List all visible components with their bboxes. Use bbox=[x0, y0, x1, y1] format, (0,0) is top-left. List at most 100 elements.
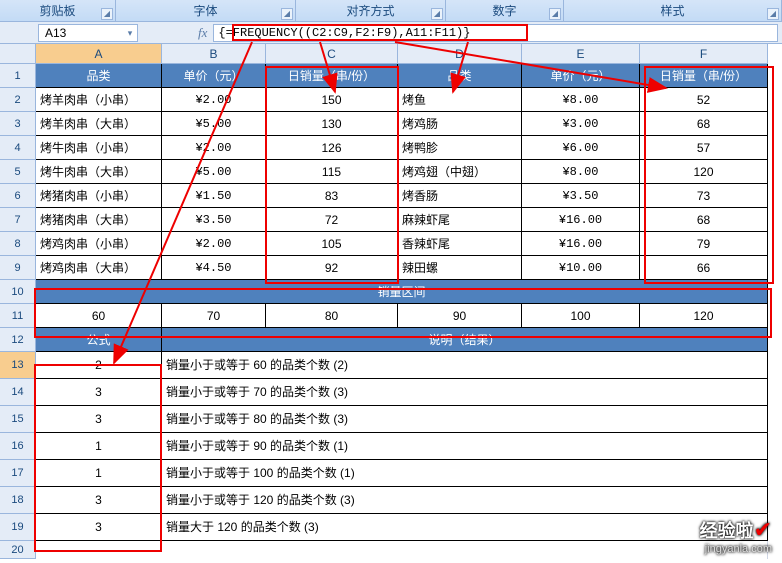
result-value[interactable]: 2 bbox=[36, 352, 162, 379]
data-cell[interactable]: 烤羊肉串（小串） bbox=[36, 88, 162, 112]
result-value[interactable]: 3 bbox=[36, 379, 162, 406]
table-header[interactable]: 单价（元） bbox=[522, 64, 640, 88]
data-cell[interactable]: 烤鱼 bbox=[398, 88, 522, 112]
row-header-6[interactable]: 6 bbox=[0, 184, 36, 208]
data-cell[interactable]: 52 bbox=[640, 88, 768, 112]
result-desc[interactable]: 销量小于或等于 120 的品类个数 (3) bbox=[162, 487, 768, 514]
data-cell[interactable]: 烤羊肉串（大串） bbox=[36, 112, 162, 136]
data-cell[interactable]: 麻辣虾尾 bbox=[398, 208, 522, 232]
col-header-A[interactable]: A bbox=[36, 44, 162, 64]
row-header-14[interactable]: 14 bbox=[0, 379, 36, 406]
data-cell[interactable]: 烤鸡肉串（大串） bbox=[36, 256, 162, 280]
data-cell[interactable]: 57 bbox=[640, 136, 768, 160]
data-cell[interactable]: 烤牛肉串（小串） bbox=[36, 136, 162, 160]
table-header[interactable]: 单价（元） bbox=[162, 64, 266, 88]
dialog-launcher-icon[interactable]: ◢ bbox=[767, 8, 779, 20]
name-box[interactable]: A13 ▾ bbox=[38, 24, 138, 42]
data-cell[interactable]: ¥1.50 bbox=[162, 184, 266, 208]
row-header-5[interactable]: 5 bbox=[0, 160, 36, 184]
data-cell[interactable]: ¥5.00 bbox=[162, 160, 266, 184]
dialog-launcher-icon[interactable]: ◢ bbox=[101, 8, 113, 20]
row-header-1[interactable]: 1 bbox=[0, 64, 36, 88]
dialog-launcher-icon[interactable]: ◢ bbox=[549, 8, 561, 20]
col-header-E[interactable]: E bbox=[522, 44, 640, 64]
data-cell[interactable]: 烤鸡肠 bbox=[398, 112, 522, 136]
data-cell[interactable]: 烤鸡翅（中翅） bbox=[398, 160, 522, 184]
data-cell[interactable]: 烤牛肉串（大串） bbox=[36, 160, 162, 184]
data-cell[interactable]: ¥3.00 bbox=[522, 112, 640, 136]
interval-cell[interactable]: 60 bbox=[36, 304, 162, 328]
data-cell[interactable]: 115 bbox=[266, 160, 398, 184]
row-header-20[interactable]: 20 bbox=[0, 541, 36, 559]
table-header[interactable]: 品类 bbox=[398, 64, 522, 88]
dialog-launcher-icon[interactable]: ◢ bbox=[281, 8, 293, 20]
data-cell[interactable]: 66 bbox=[640, 256, 768, 280]
name-box-dropdown-icon[interactable]: ▾ bbox=[123, 25, 137, 41]
interval-header[interactable]: 销量区间 bbox=[36, 280, 768, 304]
data-cell[interactable]: ¥2.00 bbox=[162, 136, 266, 160]
result-value[interactable]: 1 bbox=[36, 460, 162, 487]
result-desc[interactable]: 销量小于或等于 80 的品类个数 (3) bbox=[162, 406, 768, 433]
interval-cell[interactable]: 80 bbox=[266, 304, 398, 328]
data-cell[interactable]: ¥16.00 bbox=[522, 208, 640, 232]
data-cell[interactable]: 130 bbox=[266, 112, 398, 136]
empty-cell[interactable] bbox=[36, 541, 768, 559]
data-cell[interactable]: 150 bbox=[266, 88, 398, 112]
row-header-3[interactable]: 3 bbox=[0, 112, 36, 136]
data-cell[interactable]: ¥4.50 bbox=[162, 256, 266, 280]
row-header-18[interactable]: 18 bbox=[0, 487, 36, 514]
data-cell[interactable]: ¥8.00 bbox=[522, 88, 640, 112]
interval-cell[interactable]: 70 bbox=[162, 304, 266, 328]
data-cell[interactable]: ¥16.00 bbox=[522, 232, 640, 256]
row-header-8[interactable]: 8 bbox=[0, 232, 36, 256]
col-header-D[interactable]: D bbox=[398, 44, 522, 64]
row-header-15[interactable]: 15 bbox=[0, 406, 36, 433]
data-cell[interactable]: 126 bbox=[266, 136, 398, 160]
data-cell[interactable]: 73 bbox=[640, 184, 768, 208]
data-cell[interactable]: 辣田螺 bbox=[398, 256, 522, 280]
data-cell[interactable]: 香辣虾尾 bbox=[398, 232, 522, 256]
data-cell[interactable]: 68 bbox=[640, 208, 768, 232]
col-header-C[interactable]: C bbox=[266, 44, 398, 64]
result-value[interactable]: 3 bbox=[36, 514, 162, 541]
data-cell[interactable]: 79 bbox=[640, 232, 768, 256]
data-cell[interactable]: 68 bbox=[640, 112, 768, 136]
row-header-17[interactable]: 17 bbox=[0, 460, 36, 487]
table-header[interactable]: 日销量（串/份） bbox=[640, 64, 768, 88]
data-cell[interactable]: ¥5.00 bbox=[162, 112, 266, 136]
row-header-13[interactable]: 13 bbox=[0, 352, 36, 379]
result-value[interactable]: 3 bbox=[36, 487, 162, 514]
table-header[interactable]: 品类 bbox=[36, 64, 162, 88]
data-cell[interactable]: 烤鸡肉串（小串） bbox=[36, 232, 162, 256]
result-desc[interactable]: 销量小于或等于 90 的品类个数 (1) bbox=[162, 433, 768, 460]
data-cell[interactable]: ¥10.00 bbox=[522, 256, 640, 280]
data-cell[interactable]: ¥6.00 bbox=[522, 136, 640, 160]
row-header-10[interactable]: 10 bbox=[0, 280, 36, 304]
row-header-2[interactable]: 2 bbox=[0, 88, 36, 112]
data-cell[interactable]: ¥3.50 bbox=[522, 184, 640, 208]
interval-cell[interactable]: 100 bbox=[522, 304, 640, 328]
row-header-7[interactable]: 7 bbox=[0, 208, 36, 232]
data-cell[interactable]: 83 bbox=[266, 184, 398, 208]
data-cell[interactable]: 烤鸭胗 bbox=[398, 136, 522, 160]
data-cell[interactable]: 72 bbox=[266, 208, 398, 232]
data-cell[interactable]: ¥3.50 bbox=[162, 208, 266, 232]
data-cell[interactable]: 烤香肠 bbox=[398, 184, 522, 208]
data-cell[interactable]: 92 bbox=[266, 256, 398, 280]
col-header-B[interactable]: B bbox=[162, 44, 266, 64]
fx-icon[interactable]: fx bbox=[198, 25, 207, 41]
data-cell[interactable]: 120 bbox=[640, 160, 768, 184]
result-desc[interactable]: 销量小于或等于 60 的品类个数 (2) bbox=[162, 352, 768, 379]
row-header-12[interactable]: 12 bbox=[0, 328, 36, 352]
data-cell[interactable]: 烤猪肉串（小串） bbox=[36, 184, 162, 208]
data-cell[interactable]: 105 bbox=[266, 232, 398, 256]
result-desc[interactable]: 销量小于或等于 70 的品类个数 (3) bbox=[162, 379, 768, 406]
result-header-formula[interactable]: 公式 bbox=[36, 328, 162, 352]
result-value[interactable]: 3 bbox=[36, 406, 162, 433]
table-header[interactable]: 日销量（串/份） bbox=[266, 64, 398, 88]
row-header-19[interactable]: 19 bbox=[0, 514, 36, 541]
data-cell[interactable]: ¥2.00 bbox=[162, 232, 266, 256]
data-cell[interactable]: ¥2.00 bbox=[162, 88, 266, 112]
formula-input[interactable]: {=FREQUENCY((C2:C9,F2:F9),A11:F11)} bbox=[213, 24, 778, 42]
data-cell[interactable]: 烤猪肉串（大串） bbox=[36, 208, 162, 232]
